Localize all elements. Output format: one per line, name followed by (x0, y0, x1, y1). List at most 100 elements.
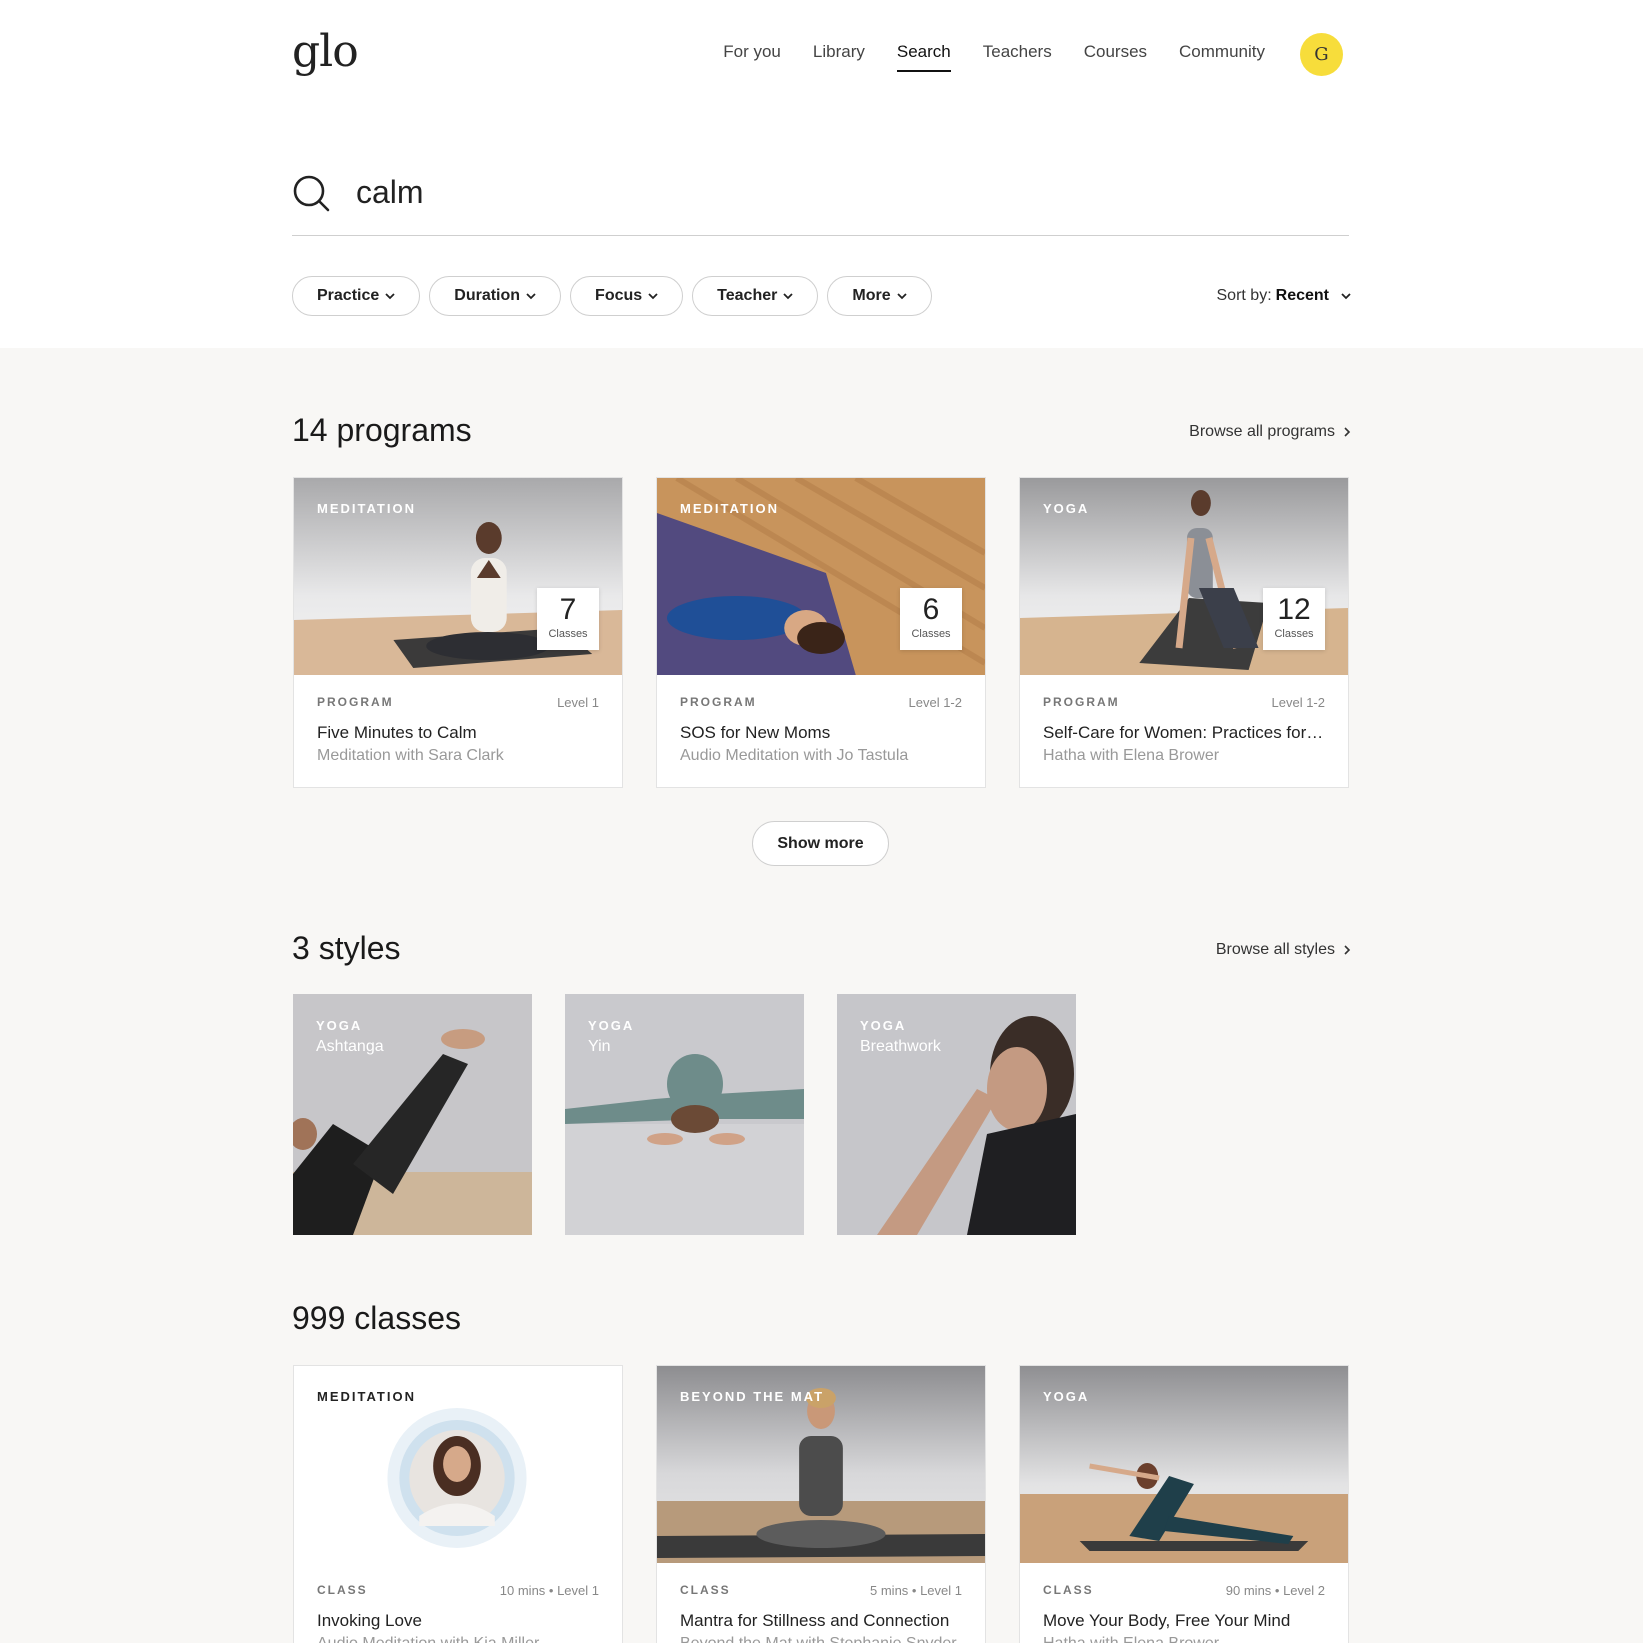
filter-label: Focus (595, 287, 643, 304)
sort-dropdown[interactable]: Sort by: Recent (1217, 287, 1352, 305)
browse-all-styles-link[interactable]: Browse all styles (1216, 941, 1351, 959)
style-category-tag: YOGA (588, 1018, 635, 1033)
style-name: Yin (588, 1038, 611, 1055)
class-title: Invoking Love (317, 1611, 422, 1630)
program-thumbnail: YOGA 12 Classes (1020, 478, 1348, 675)
filter-duration[interactable]: Duration (429, 276, 562, 316)
chevron-down-icon (1341, 293, 1351, 300)
style-name: Ashtanga (316, 1038, 384, 1055)
chevron-down-icon (896, 293, 907, 300)
browse-all-programs-link[interactable]: Browse all programs (1189, 423, 1351, 441)
program-thumbnail: MEDITATION 7 Classes (294, 478, 622, 675)
class-category-tag: BEYOND THE MAT (680, 1389, 825, 1404)
program-meta: PROGRAM Level 1-2 Self-Care for Women: P… (1020, 675, 1348, 787)
class-meta: CLASS 10 mins • Level 1 Invoking Love Au… (294, 1563, 622, 1643)
program-thumbnail: MEDITATION 6 Classes (657, 478, 985, 675)
nav-search[interactable]: Search (896, 42, 951, 72)
styles-heading: 3 styles (292, 930, 401, 966)
program-card[interactable]: MEDITATION 7 Classes PROGRAM Level 1 Fiv… (293, 477, 623, 788)
sort-label: Sort by: (1216, 287, 1272, 304)
class-count: 12 (1277, 593, 1311, 626)
class-category-tag: MEDITATION (317, 1389, 416, 1404)
program-level: Level 1 (557, 695, 599, 710)
class-count-label: Classes (1274, 628, 1314, 640)
class-count-label: Classes (911, 628, 951, 640)
class-thumbnail: YOGA (1020, 1366, 1348, 1563)
filter-focus[interactable]: Focus (570, 276, 684, 316)
filter-label: Duration (454, 287, 521, 304)
top-header: glo For you Library Search Teachers Cour… (0, 0, 1643, 112)
program-level: Level 1-2 (908, 695, 962, 710)
user-avatar[interactable]: G (1300, 33, 1343, 76)
filter-bar: Practice Duration Focus Teacher More (292, 276, 932, 316)
class-count: 7 (559, 593, 577, 626)
class-count-badge: 12 Classes (1263, 588, 1325, 650)
class-subtitle: Beyond the Mat with Stephanie Snyder (680, 1635, 962, 1643)
nav-for-you[interactable]: For you (723, 42, 781, 72)
class-subtitle: Hatha with Elena Brower (1043, 1635, 1325, 1643)
glo-logo[interactable]: glo (292, 26, 359, 78)
program-title: Self-Care for Women: Practices for ... (1043, 723, 1325, 742)
nav-courses[interactable]: Courses (1084, 42, 1147, 72)
program-meta: PROGRAM Level 1 Five Minutes to Calm Med… (294, 675, 622, 787)
filter-practice[interactable]: Practice (292, 276, 421, 316)
class-duration-level: 90 mins • Level 2 (1225, 1583, 1325, 1598)
class-meta: CLASS 90 mins • Level 2 Move Your Body, … (1020, 1563, 1348, 1643)
program-title: SOS for New Moms (680, 723, 831, 742)
chevron-down-icon (783, 293, 793, 300)
filter-teacher[interactable]: Teacher (692, 276, 819, 316)
program-subtitle: Meditation with Sara Clark (317, 747, 504, 764)
chevron-right-icon (1344, 945, 1351, 955)
program-meta: PROGRAM Level 1-2 SOS for New Moms Audio… (657, 675, 985, 787)
nav-teachers[interactable]: Teachers (983, 42, 1052, 72)
main-nav: For you Library Search Teachers Courses … (723, 42, 1265, 72)
class-count-badge: 6 Classes (900, 588, 962, 650)
style-category-tag: YOGA (316, 1018, 363, 1033)
program-level: Level 1-2 (1271, 695, 1325, 710)
class-thumbnail: MEDITATION (294, 1366, 622, 1563)
program-card[interactable]: YOGA 12 Classes PROGRAM Level 1-2 Self-C… (1019, 477, 1349, 788)
sort-value: Recent (1275, 287, 1329, 304)
program-subtitle: Hatha with Elena Brower (1043, 747, 1220, 764)
chevron-down-icon (648, 293, 658, 300)
classes-heading: 999 classes (292, 1300, 461, 1336)
class-meta: CLASS 5 mins • Level 1 Mantra for Stilln… (657, 1563, 985, 1643)
program-category-tag: MEDITATION (680, 501, 779, 516)
class-card[interactable]: YOGA CLASS 90 mins • Level 2 Move Your B… (1019, 1365, 1349, 1643)
search-icon[interactable] (292, 174, 332, 214)
program-category-tag: YOGA (1043, 501, 1090, 516)
class-title: Mantra for Stillness and Connection (680, 1611, 950, 1630)
style-card-breathwork[interactable]: YOGA Breathwork (837, 994, 1076, 1235)
programs-heading: 14 programs (292, 412, 472, 448)
program-category-tag: MEDITATION (317, 501, 416, 516)
program-title: Five Minutes to Calm (317, 723, 477, 742)
browse-programs-label: Browse all programs (1189, 423, 1335, 440)
program-card[interactable]: MEDITATION 6 Classes PROGRAM Level 1-2 S… (656, 477, 986, 788)
class-card[interactable]: MEDITATION CLASS 10 mins • Level 1 Invok… (293, 1365, 623, 1643)
search-input[interactable] (356, 164, 1256, 220)
show-more-button[interactable]: Show more (752, 821, 889, 866)
class-subtitle: Audio Meditation with Kia Miller (317, 1635, 599, 1643)
class-duration-level: 10 mins • Level 1 (499, 1583, 599, 1598)
style-name: Breathwork (860, 1038, 941, 1055)
style-card-yin[interactable]: YOGA Yin (565, 994, 804, 1235)
class-count-badge: 7 Classes (537, 588, 599, 650)
filter-label: Practice (317, 287, 380, 304)
class-count-label: Classes (548, 628, 588, 640)
chevron-right-icon (1344, 427, 1351, 437)
nav-community[interactable]: Community (1179, 42, 1265, 72)
nav-library[interactable]: Library (813, 42, 865, 72)
chevron-down-icon (385, 293, 395, 300)
style-card-ashtanga[interactable]: YOGA Ashtanga (293, 994, 532, 1235)
program-subtitle: Audio Meditation with Jo Tastula (680, 747, 909, 764)
class-duration-level: 5 mins • Level 1 (870, 1583, 962, 1598)
class-category-tag: YOGA (1043, 1389, 1090, 1404)
style-category-tag: YOGA (860, 1018, 907, 1033)
class-card[interactable]: BEYOND THE MAT CLASS 5 mins • Level 1 Ma… (656, 1365, 986, 1643)
class-thumbnail: BEYOND THE MAT (657, 1366, 985, 1563)
search-bar (292, 164, 1349, 236)
filter-label: More (852, 287, 891, 304)
browse-styles-label: Browse all styles (1215, 941, 1335, 958)
filter-more[interactable]: More (827, 276, 932, 316)
search-area: Practice Duration Focus Teacher More Sor… (0, 112, 1643, 348)
